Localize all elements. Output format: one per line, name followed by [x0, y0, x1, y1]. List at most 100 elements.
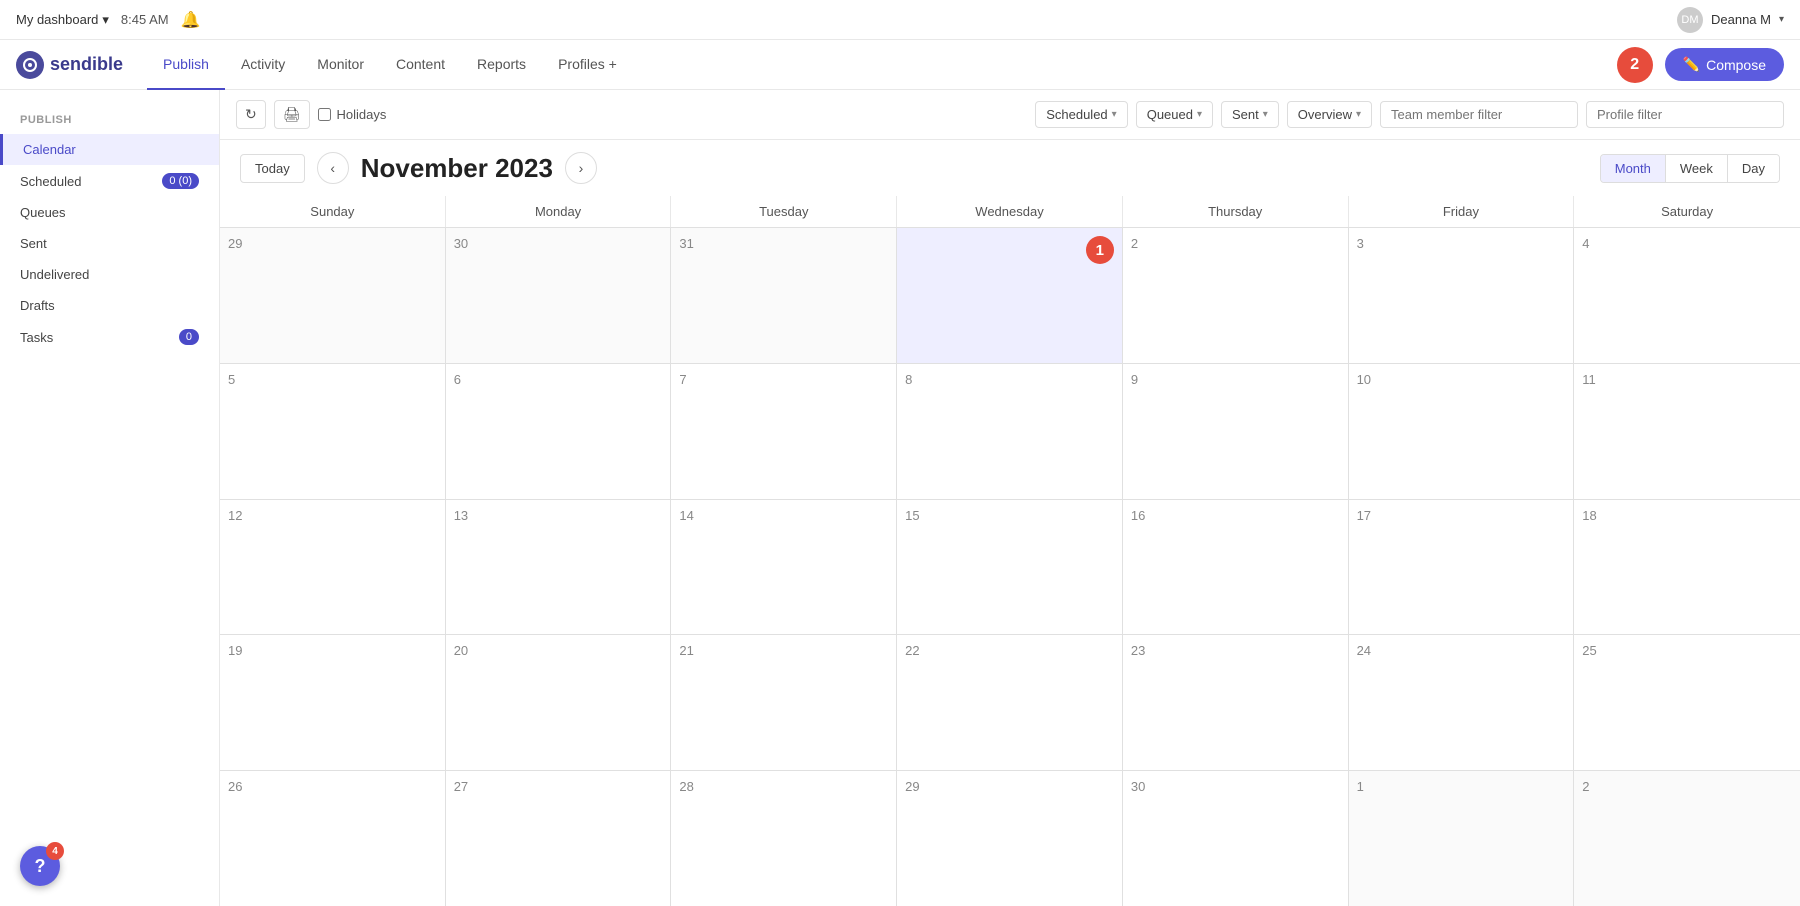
cal-date-nov1: 1 — [1086, 236, 1114, 264]
user-menu-chevron-icon[interactable]: ▾ — [1779, 14, 1784, 25]
notification-count-button[interactable]: 2 — [1617, 47, 1653, 83]
nav-reports[interactable]: Reports — [461, 40, 542, 90]
sidebar-item-sent[interactable]: Sent — [0, 228, 219, 259]
cal-cell-nov13[interactable]: 13 — [446, 500, 672, 635]
dashboard-button[interactable]: My dashboard ▾ — [16, 12, 109, 28]
cal-date-nov26: 26 — [228, 779, 242, 794]
cal-cell-nov6[interactable]: 6 — [446, 364, 672, 499]
cal-cell-nov17[interactable]: 17 — [1349, 500, 1575, 635]
cal-cell-nov29[interactable]: 29 — [897, 771, 1123, 906]
cal-cell-oct30[interactable]: 30 — [446, 228, 672, 363]
cal-cell-nov26[interactable]: 26 — [220, 771, 446, 906]
queued-filter-button[interactable]: Queued ▾ — [1136, 101, 1213, 128]
sent-filter-button[interactable]: Sent ▾ — [1221, 101, 1279, 128]
holidays-checkbox[interactable] — [318, 108, 331, 121]
cal-cell-oct31[interactable]: 31 — [671, 228, 897, 363]
notification-bell-icon[interactable]: 🔔 — [181, 10, 201, 30]
nav-publish[interactable]: Publish — [147, 40, 225, 90]
print-button[interactable]: 🖨 — [274, 100, 310, 129]
sidebar-item-tasks[interactable]: Tasks 0 — [0, 321, 219, 353]
cal-cell-nov14[interactable]: 14 — [671, 500, 897, 635]
cal-cell-nov9[interactable]: 9 — [1123, 364, 1349, 499]
cal-cell-nov1[interactable]: 1 — [897, 228, 1123, 363]
next-month-button[interactable]: › — [565, 152, 597, 184]
cal-cell-nov2[interactable]: 2 — [1123, 228, 1349, 363]
sidebar-item-queues[interactable]: Queues — [0, 197, 219, 228]
cal-date-oct30: 30 — [454, 236, 468, 251]
prev-month-button[interactable]: ‹ — [317, 152, 349, 184]
help-button[interactable]: ? 4 — [20, 846, 60, 886]
cal-date-nov25: 25 — [1582, 643, 1596, 658]
cal-cell-nov8[interactable]: 8 — [897, 364, 1123, 499]
cal-date-nov28: 28 — [679, 779, 693, 794]
team-member-filter-input[interactable] — [1380, 101, 1578, 128]
sent-filter-label: Sent — [1232, 107, 1259, 122]
cal-cell-nov22[interactable]: 22 — [897, 635, 1123, 770]
month-view-button[interactable]: Month — [1601, 155, 1666, 182]
cal-cell-nov19[interactable]: 19 — [220, 635, 446, 770]
nav-activity[interactable]: Activity — [225, 40, 301, 90]
cal-cell-nov21[interactable]: 21 — [671, 635, 897, 770]
scheduled-filter-button[interactable]: Scheduled ▾ — [1035, 101, 1127, 128]
cal-date-nov30: 30 — [1131, 779, 1145, 794]
notification-count: 2 — [1630, 56, 1639, 74]
cal-date-nov13: 13 — [454, 508, 468, 523]
nav-right: 2 ✏️ Compose — [1617, 47, 1784, 83]
cal-cell-nov27[interactable]: 27 — [446, 771, 672, 906]
today-button[interactable]: Today — [240, 154, 305, 183]
profile-filter-input[interactable] — [1586, 101, 1784, 128]
cal-date-nov17: 17 — [1357, 508, 1371, 523]
day-view-button[interactable]: Day — [1728, 155, 1779, 182]
cal-cell-dec2[interactable]: 2 — [1574, 771, 1800, 906]
nav-content[interactable]: Content — [380, 40, 461, 90]
sidebar-item-calendar[interactable]: Calendar — [0, 134, 219, 165]
cal-cell-nov24[interactable]: 24 — [1349, 635, 1575, 770]
compose-label: Compose — [1706, 57, 1766, 73]
cal-cell-nov12[interactable]: 12 — [220, 500, 446, 635]
cal-cell-nov16[interactable]: 16 — [1123, 500, 1349, 635]
nav-monitor[interactable]: Monitor — [301, 40, 380, 90]
cal-date-nov2: 2 — [1131, 236, 1138, 251]
calendar-week-5: 26 27 28 29 30 1 2 — [220, 771, 1800, 906]
cal-cell-nov5[interactable]: 5 — [220, 364, 446, 499]
top-bar: My dashboard ▾ 8:45 AM 🔔 DM Deanna M ▾ — [0, 0, 1800, 40]
logo-text: sendible — [50, 54, 123, 75]
cal-cell-nov10[interactable]: 10 — [1349, 364, 1575, 499]
cal-cell-oct29[interactable]: 29 — [220, 228, 446, 363]
scheduled-badge: 0 (0) — [162, 173, 199, 189]
sidebar-item-scheduled[interactable]: Scheduled 0 (0) — [0, 165, 219, 197]
holidays-label: Holidays — [337, 107, 387, 122]
queued-filter-label: Queued — [1147, 107, 1193, 122]
cal-cell-nov28[interactable]: 28 — [671, 771, 897, 906]
cal-cell-nov3[interactable]: 3 — [1349, 228, 1575, 363]
sidebar-item-undelivered[interactable]: Undelivered — [0, 259, 219, 290]
cal-date-oct31: 31 — [679, 236, 693, 251]
week-view-button[interactable]: Week — [1666, 155, 1728, 182]
sent-filter-chevron-icon: ▾ — [1263, 109, 1268, 120]
overview-filter-button[interactable]: Overview ▾ — [1287, 101, 1372, 128]
cal-cell-nov15[interactable]: 15 — [897, 500, 1123, 635]
cal-cell-nov11[interactable]: 11 — [1574, 364, 1800, 499]
cal-cell-dec1[interactable]: 1 — [1349, 771, 1575, 906]
cal-cell-nov7[interactable]: 7 — [671, 364, 897, 499]
sidebar-drafts-label: Drafts — [20, 298, 55, 313]
cal-cell-nov20[interactable]: 20 — [446, 635, 672, 770]
cal-cell-nov4[interactable]: 4 — [1574, 228, 1800, 363]
compose-button[interactable]: ✏️ Compose — [1665, 48, 1784, 81]
cal-cell-nov25[interactable]: 25 — [1574, 635, 1800, 770]
calendar-week-2: 5 6 7 8 9 10 11 — [220, 364, 1800, 500]
cal-cell-nov23[interactable]: 23 — [1123, 635, 1349, 770]
cal-date-nov29: 29 — [905, 779, 919, 794]
cal-date-nov21: 21 — [679, 643, 693, 658]
refresh-button[interactable]: ↻ — [236, 100, 266, 129]
cal-date-nov23: 23 — [1131, 643, 1145, 658]
calendar-nav: Today ‹ November 2023 › — [240, 152, 597, 184]
queued-filter-chevron-icon: ▾ — [1197, 109, 1202, 120]
nav-profiles[interactable]: Profiles + — [542, 40, 633, 90]
cal-cell-nov30[interactable]: 30 — [1123, 771, 1349, 906]
cal-cell-nov18[interactable]: 18 — [1574, 500, 1800, 635]
sidebar-sent-label: Sent — [20, 236, 47, 251]
calendar-header: Today ‹ November 2023 › Month Week Day — [220, 140, 1800, 196]
sidebar-item-drafts[interactable]: Drafts — [0, 290, 219, 321]
day-header-monday: Monday — [446, 196, 672, 227]
